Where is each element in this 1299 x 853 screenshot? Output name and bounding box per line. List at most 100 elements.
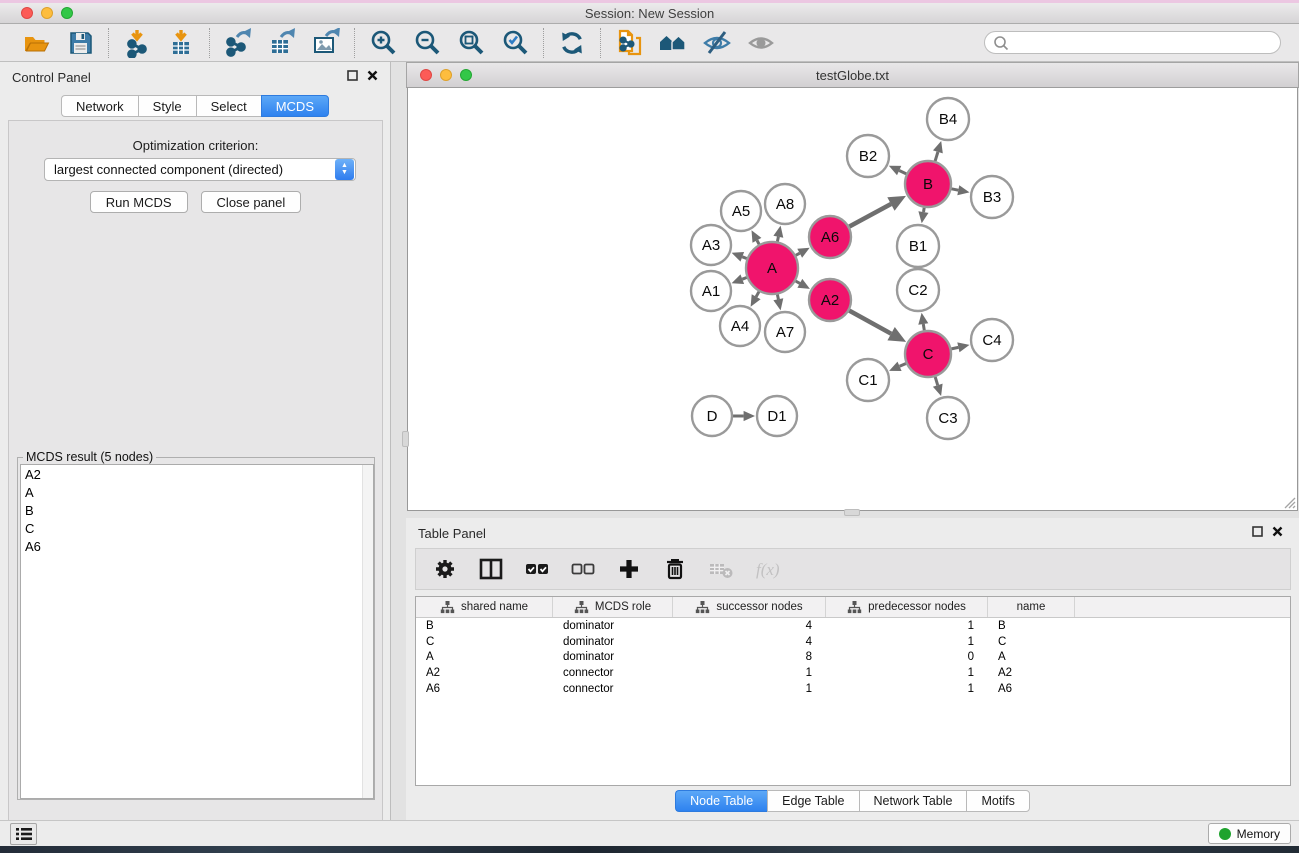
export-network-button[interactable]	[219, 27, 257, 59]
network-window-title: testGlobe.txt	[407, 68, 1298, 83]
column-header-name[interactable]: name	[988, 597, 1075, 617]
cell-name: A6	[988, 683, 1075, 695]
table-panel-tabs: Node TableEdge TableNetwork TableMotifs	[406, 790, 1299, 812]
tab-network-table[interactable]: Network Table	[859, 790, 967, 812]
show-all-button[interactable]	[742, 27, 780, 59]
tab-network[interactable]: Network	[61, 95, 138, 117]
first-neighbors-icon	[658, 28, 688, 58]
refresh-icon	[557, 28, 587, 58]
column-header-predecessor-nodes[interactable]: predecessor nodes	[826, 597, 988, 617]
import-network-button[interactable]	[118, 27, 156, 59]
tab-node-table[interactable]: Node Table	[675, 790, 767, 812]
delete-row-icon	[660, 554, 690, 584]
run-mcds-button[interactable]: Run MCDS	[90, 191, 188, 213]
delete-table-button	[704, 552, 738, 586]
fx-icon: f(x)	[752, 554, 782, 584]
graph-node-label-C1: C1	[858, 372, 877, 389]
search-box[interactable]	[984, 31, 1281, 54]
close-panel-button[interactable]: Close panel	[201, 191, 302, 213]
column-header-MCDS-role[interactable]: MCDS role	[553, 597, 673, 617]
new-network-from-selection-button[interactable]	[610, 27, 648, 59]
column-header-successor-nodes[interactable]: successor nodes	[673, 597, 826, 617]
mcds-result-item[interactable]: A6	[21, 537, 373, 555]
table-row[interactable]: Adominator80A	[416, 650, 1290, 666]
graph-node-label-A6: A6	[821, 229, 839, 246]
export-table-button[interactable]	[263, 27, 301, 59]
import-table-button[interactable]	[162, 27, 200, 59]
graph-node-label-C2: C2	[908, 282, 927, 299]
tab-select[interactable]: Select	[196, 95, 261, 117]
zoom-out-button[interactable]	[408, 27, 446, 59]
zoom-selected-button[interactable]	[496, 27, 534, 59]
tab-mcds[interactable]: MCDS	[261, 95, 329, 117]
graph-node-label-C4: C4	[982, 332, 1001, 349]
table-row[interactable]: A6connector11A6	[416, 681, 1290, 697]
cell-MCDS-role: dominator	[553, 651, 673, 663]
gear-icon	[430, 554, 460, 584]
search-icon	[993, 35, 1009, 51]
save-button[interactable]	[61, 27, 99, 59]
cell-shared-name: C	[416, 636, 553, 648]
criterion-dropdown[interactable]: largest connected component (directed) ▲…	[44, 158, 356, 181]
tab-edge-table[interactable]: Edge Table	[767, 790, 858, 812]
table-toolbar: f(x)	[415, 548, 1291, 590]
table-row[interactable]: Bdominator41B	[416, 618, 1290, 634]
task-history-button[interactable]	[10, 823, 37, 845]
add-row-button[interactable]	[612, 552, 646, 586]
table-row[interactable]: A2connector11A2	[416, 665, 1290, 681]
split-columns-button[interactable]	[474, 552, 508, 586]
graph-node-label-A4: A4	[731, 318, 749, 335]
graph-node-label-A7: A7	[776, 324, 794, 341]
first-neighbors-button[interactable]	[654, 27, 692, 59]
tab-motifs[interactable]: Motifs	[966, 790, 1029, 812]
cell-MCDS-role: dominator	[553, 636, 673, 648]
cell-successor-nodes: 8	[673, 651, 826, 663]
close-panel-icon[interactable]	[367, 68, 378, 86]
new-network-from-selection-icon	[614, 28, 644, 58]
graph-node-label-A8: A8	[776, 196, 794, 213]
export-image-button[interactable]	[307, 27, 345, 59]
zoom-fit-button[interactable]	[452, 27, 490, 59]
mcds-result-groupbox: MCDS result (5 nodes) A2ABCA6	[17, 457, 375, 800]
zoom-selected-icon	[500, 28, 530, 58]
zoom-in-button[interactable]	[364, 27, 402, 59]
mcds-result-item[interactable]: A2	[21, 465, 373, 483]
column-header-shared-name[interactable]: shared name	[416, 597, 553, 617]
mcds-result-item[interactable]: B	[21, 501, 373, 519]
mcds-result-list[interactable]: A2ABCA6	[20, 464, 374, 799]
svg-text:f(x): f(x)	[756, 560, 780, 579]
export-table-icon	[267, 28, 297, 58]
application-window: Session: New Session Control Panel	[0, 0, 1299, 853]
open-folder-button[interactable]	[17, 27, 55, 59]
network-canvas[interactable]: B4B2BB3B1A5A8A6A3AA1A4A7A2C2CC4C1C3DD1	[407, 88, 1298, 511]
divider-grip-left[interactable]	[402, 431, 409, 447]
memory-button[interactable]: Memory	[1208, 823, 1291, 844]
tab-style[interactable]: Style	[138, 95, 196, 117]
gear-button[interactable]	[428, 552, 462, 586]
deselect-all-button[interactable]	[566, 552, 600, 586]
close-panel-icon[interactable]	[1272, 524, 1283, 542]
graph-node-label-B2: B2	[859, 148, 877, 165]
delete-row-button[interactable]	[658, 552, 692, 586]
refresh-button[interactable]	[553, 27, 591, 59]
mcds-result-item[interactable]: A	[21, 483, 373, 501]
mcds-result-item[interactable]: C	[21, 519, 373, 537]
resize-grip-icon[interactable]	[1284, 497, 1296, 509]
control-panel-title: Control Panel	[12, 70, 91, 85]
hide-selected-button[interactable]	[698, 27, 736, 59]
float-panel-icon[interactable]	[347, 68, 358, 86]
graph-node-label-A5: A5	[732, 203, 750, 220]
zoom-fit-icon	[456, 28, 486, 58]
divider-grip-bottom[interactable]	[844, 509, 860, 516]
mcds-result-title: MCDS result (5 nodes)	[23, 450, 156, 464]
float-panel-icon[interactable]	[1252, 524, 1263, 542]
node-table[interactable]: shared nameMCDS rolesuccessor nodesprede…	[415, 596, 1291, 786]
select-all-button[interactable]	[520, 552, 554, 586]
search-input[interactable]	[1014, 36, 1272, 50]
cell-shared-name: A6	[416, 683, 553, 695]
scrollbar-track[interactable]	[362, 465, 373, 798]
zoom-in-icon	[368, 28, 398, 58]
add-row-icon	[614, 554, 644, 584]
table-row[interactable]: Cdominator41C	[416, 634, 1290, 650]
graph-node-label-D: D	[707, 408, 718, 425]
